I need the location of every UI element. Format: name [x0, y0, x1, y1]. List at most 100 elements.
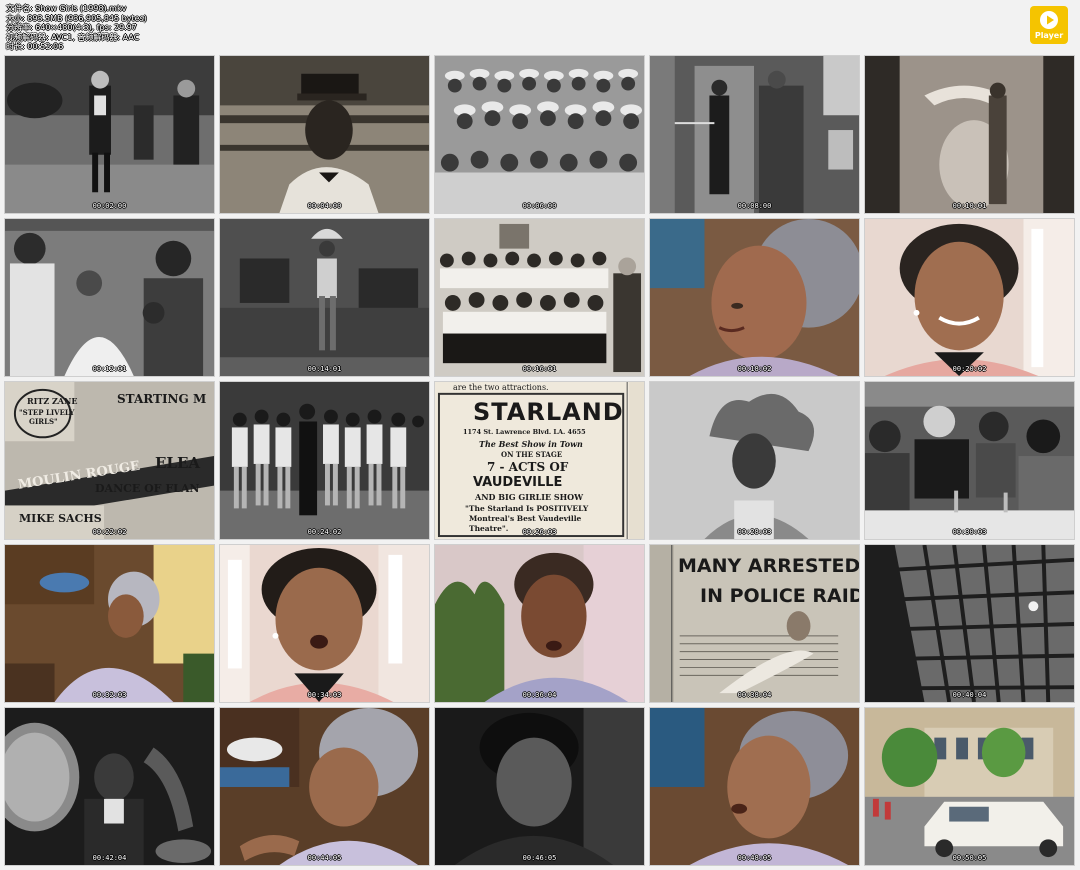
timestamp: 00:50:05 [952, 854, 987, 862]
thumbnail[interactable]: 00:32:03 [4, 544, 215, 703]
timestamp: 00:34:03 [307, 691, 342, 699]
timestamp: 00:26:03 [522, 528, 557, 536]
thumbnail[interactable]: 00:34:03 [219, 544, 430, 703]
timestamp: 00:48:05 [737, 854, 772, 862]
duration-line: 时长: 00:52:06 [6, 42, 64, 52]
scene-stage-dancer [220, 219, 429, 376]
timestamp: 00:46:05 [522, 854, 557, 862]
starland-best-show: The Best Show in Town [479, 439, 583, 449]
timestamp: 00:08:00 [737, 202, 772, 210]
scene-dancers-tuxedo [5, 56, 214, 213]
play-circle-icon [1040, 11, 1058, 29]
timestamp: 00:10:01 [952, 202, 987, 210]
file-size-line: 大小: 893.5MB (936,905,845 bytes) [6, 13, 147, 23]
thumbnail[interactable]: 00:48:05 [649, 707, 860, 866]
thumbnail[interactable]: 00:06:00 [434, 55, 645, 214]
timestamp: 00:14:01 [307, 365, 342, 373]
timestamp: 00:20:02 [952, 365, 987, 373]
scene-chorus-line-photo [435, 219, 644, 376]
scene-party-group [5, 219, 214, 376]
thumbnail[interactable]: 00:02:00 [4, 55, 215, 214]
timestamp: 00:44:05 [307, 854, 342, 862]
starland-top-line: are the two attractions. [453, 383, 549, 392]
thumbnail[interactable]: 00:20:02 [864, 218, 1075, 377]
player-button-label: Player [1034, 31, 1064, 40]
starland-quote-2: Montreal's Best Vaudeville [469, 514, 582, 523]
starland-on-stage: ON THE STAGE [501, 450, 563, 459]
timestamp: 00:32:03 [92, 691, 127, 699]
scene-window-grille [865, 545, 1074, 702]
thumbnail[interactable]: 00:42:04 [4, 707, 215, 866]
thumbnail-grid: 00:02:00 00:04:00 00:06:00 00:08:00 00:1… [4, 55, 1076, 866]
timestamp: 00:06:00 [522, 202, 557, 210]
starland-address: 1174 St. Lawrence Blvd. LA. 4655 [463, 428, 586, 436]
thumbnail[interactable]: 00:10:01 [864, 55, 1075, 214]
ad-step-lively: "STEP LIVELY [19, 408, 75, 417]
thumbnail[interactable]: 00:30:03 [864, 381, 1075, 540]
thumbnail[interactable]: 00:16:01 [434, 218, 645, 377]
thumbnail[interactable]: 00:36:04 [434, 544, 645, 703]
file-info-header: 文件名: Show Girls (1998).mkv 大小: 893.5MB (… [6, 4, 147, 52]
scene-doorway [650, 56, 859, 213]
starland-vaudeville: VAUDEVILLE [473, 475, 563, 490]
timestamp: 00:42:04 [92, 854, 127, 862]
thumbnail[interactable]: 00:18:02 [649, 218, 860, 377]
timestamp: 00:38:04 [737, 691, 772, 699]
starland-acts: 7 - ACTS OF [487, 460, 569, 474]
resolution-line: 分辨率: 640×480(4:3), fps: 29.97 [6, 23, 137, 33]
scene-street-parade [865, 708, 1074, 865]
codec-line: 视频解码器: AVC1, 音频解码器: AAC [6, 32, 140, 42]
scene-interview-gray-hair-2 [650, 708, 859, 865]
thumbnail-sheet: 文件名: Show Girls (1998).mkv 大小: 893.5MB (… [0, 0, 1080, 870]
thumbnail[interactable]: 00:14:01 [219, 218, 430, 377]
starland-quote-1: "The Starland Is POSITIVELY [465, 504, 589, 513]
timestamp: 00:40:04 [952, 691, 987, 699]
scene-interview-plant [435, 545, 644, 702]
scene-interview-gray-hair [650, 219, 859, 376]
thumbnail[interactable]: 00:12:01 [4, 218, 215, 377]
ad-mike-sachs: MIKE SACHS [19, 512, 102, 525]
timestamp: 00:04:00 [307, 202, 342, 210]
ad-dance-of-flame: DANCE OF FLAN [95, 482, 200, 495]
scene-group-hats [435, 56, 644, 213]
starland-title: STARLAND [473, 398, 624, 426]
thumbnail[interactable]: 00:04:00 [219, 55, 430, 214]
scene-portrait-dark [435, 708, 644, 865]
scene-porter-cap [220, 56, 429, 213]
scene-interview-profile [220, 708, 429, 865]
starland-girlie-show: AND BIG GIRLIE SHOW [475, 492, 584, 502]
scene-headdress-portrait [650, 382, 859, 539]
ad-starting: STARTING M [117, 392, 207, 406]
timestamp: 00:12:01 [92, 365, 127, 373]
thumbnail[interactable]: MANY ARRESTED IN POLICE RAID 00:38:04 [649, 544, 860, 703]
raid-headline-line1: MANY ARRESTED [678, 555, 860, 577]
timestamp: 00:18:02 [737, 365, 772, 373]
scene-dancer-pose [865, 56, 1074, 213]
thumbnail[interactable]: 00:24:02 [219, 381, 430, 540]
timestamp: 00:22:02 [92, 528, 127, 536]
thumbnail[interactable]: 00:08:00 [649, 55, 860, 214]
thumbnail[interactable]: 00:50:05 [864, 707, 1075, 866]
timestamp: 00:36:04 [522, 691, 557, 699]
scene-interview-smile [865, 219, 1074, 376]
timestamp: 00:24:02 [307, 528, 342, 536]
scene-chorus-line-row [220, 382, 429, 539]
timestamp: 00:30:03 [952, 528, 987, 536]
ad-girls: GIRLS" [29, 417, 58, 426]
timestamp: 00:02:00 [92, 202, 127, 210]
thumbnail[interactable]: RITZ ZANE "STEP LIVELY GIRLS" STARTING M… [4, 381, 215, 540]
player-button[interactable]: Player [1030, 6, 1068, 44]
scene-interview-talking [220, 545, 429, 702]
thumbnail[interactable]: 00:28:03 [649, 381, 860, 540]
scene-interview-wide [5, 545, 214, 702]
file-name-line: 文件名: Show Girls (1998).mkv [6, 4, 127, 13]
raid-headline-line2: IN POLICE RAID [700, 585, 860, 607]
timestamp: 00:28:03 [737, 528, 772, 536]
ad-elea: ELEA [155, 454, 201, 472]
timestamp: 00:16:01 [522, 365, 557, 373]
thumbnail[interactable]: are the two attractions. STARLAND 1174 S… [434, 381, 645, 540]
scene-nightclub-table [865, 382, 1074, 539]
thumbnail[interactable]: 00:46:05 [434, 707, 645, 866]
thumbnail[interactable]: 00:40:04 [864, 544, 1075, 703]
thumbnail[interactable]: 00:44:05 [219, 707, 430, 866]
